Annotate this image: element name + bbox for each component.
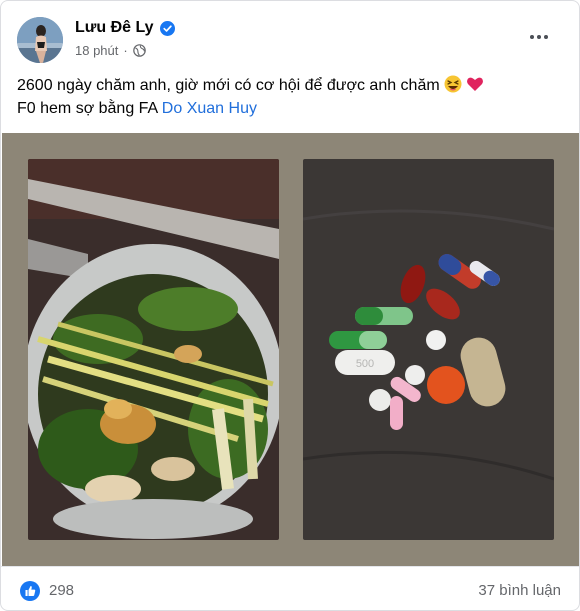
globe-icon[interactable] — [132, 44, 146, 57]
author-name[interactable]: Lưu Đê Ly — [75, 19, 154, 37]
photo-collage: 500 — [2, 133, 579, 566]
facebook-post: Lưu Đê Ly 18 phút · 2600 ngày chăm anh, … — [0, 0, 580, 611]
verified-badge-icon — [159, 20, 175, 36]
meta-separator: · — [123, 43, 128, 58]
caption-text-2: F0 hem sợ bằng FA — [17, 100, 158, 117]
reaction-count[interactable]: 298 — [49, 582, 74, 599]
red-heart-icon — [466, 77, 483, 91]
avatar-photo — [17, 17, 63, 63]
photo-herbal-pot[interactable] — [28, 159, 279, 540]
caption-line-1: 2600 ngày chăm anh, giờ mới có cơ hội để… — [17, 74, 563, 97]
more-options-icon[interactable] — [525, 27, 553, 47]
like-reaction-icon[interactable] — [20, 581, 40, 601]
pills-image: 500 — [303, 159, 554, 540]
author-avatar[interactable] — [17, 17, 63, 63]
caption-line-2: F0 hem sợ bằng FA Do Xuan Huy — [17, 97, 563, 120]
comment-count[interactable]: 37 bình luận — [478, 582, 561, 599]
photo-pills[interactable]: 500 — [303, 159, 554, 540]
herbal-pot-image — [28, 159, 279, 540]
post-caption: 2600 ngày chăm anh, giờ mới có cơ hội để… — [17, 74, 563, 120]
svg-text:500: 500 — [356, 358, 374, 370]
caption-text-1: 2600 ngày chăm anh, giờ mới có cơ hội để… — [17, 77, 440, 94]
laughing-emoji-icon — [444, 75, 462, 93]
post-footer: 298 37 bình luận — [1, 566, 579, 610]
tagged-user-link[interactable]: Do Xuan Huy — [162, 100, 257, 117]
post-header: Lưu Đê Ly 18 phút · — [15, 15, 565, 67]
post-timestamp[interactable]: 18 phút — [75, 43, 118, 58]
